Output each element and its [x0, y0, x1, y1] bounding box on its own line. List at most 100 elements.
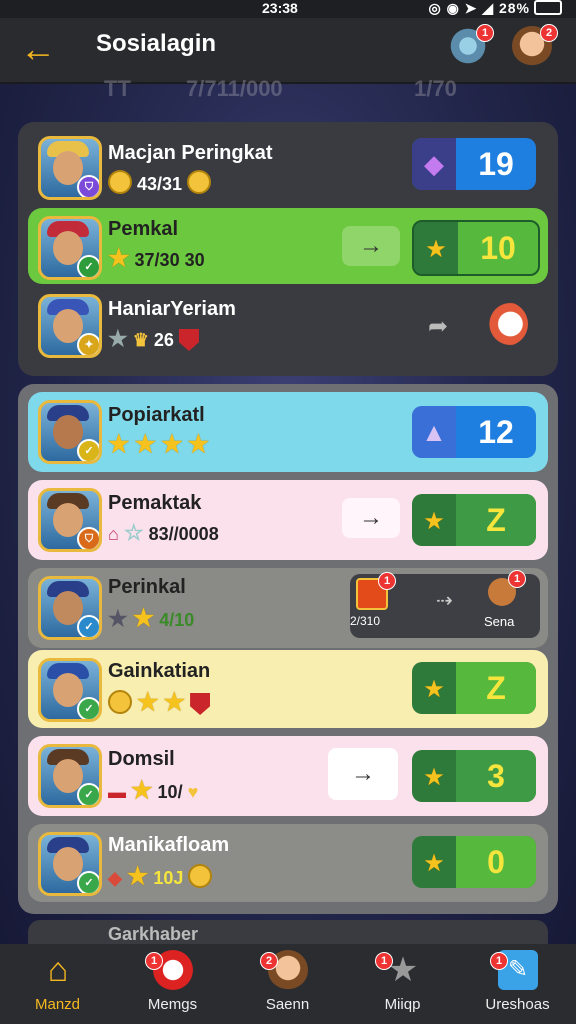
avatar-icon: 2 [260, 950, 308, 990]
player-name: Manikafloam [108, 834, 230, 856]
arrow-left-icon[interactable]: ← [20, 28, 56, 70]
ranking-row[interactable]: ✓ Perinkal ★ ★ 4/10 1 2/310 ⇢ 1 Sena [28, 568, 548, 648]
background-text: TT [104, 76, 131, 101]
nav-label: Memgs [147, 996, 198, 1013]
score-box: ◆ 19 [412, 138, 536, 190]
settings-icon[interactable]: 1 [448, 24, 494, 66]
check-icon: ✓ [77, 697, 99, 719]
home-icon: ⌂ [38, 950, 78, 990]
stat-value: 43/31 [137, 174, 183, 194]
arrow-right-icon[interactable]: → [328, 748, 398, 800]
player-avatar: ✦ [38, 294, 102, 358]
coin-icon [108, 690, 132, 714]
player-name: Pemaktak [108, 492, 202, 514]
player-avatar: ✓ [38, 576, 102, 640]
gem-icon: ◆ [108, 868, 122, 888]
star-icon: ★ [423, 508, 445, 535]
stat-value: 26 [153, 330, 174, 350]
nav-badge: 2 [260, 952, 278, 970]
gear-icon: ✦ [77, 333, 99, 355]
grey-star-icon: ★ [108, 326, 128, 351]
player-name: Gainkatian [108, 660, 211, 682]
heart-icon: ♥ [187, 782, 199, 802]
score-box: ★ 3 [412, 750, 536, 802]
score-value: 0 [456, 836, 536, 888]
chest-icon: ▬ [108, 782, 126, 802]
nav-messages[interactable]: 1 Memgs [115, 944, 230, 1024]
player-avatar: ✓ [38, 400, 102, 464]
ranking-row-partial[interactable]: Garkhaber [28, 920, 548, 944]
stat-value: 4/10 [159, 610, 195, 630]
star-rating: ★ ★ ★ ★ [108, 431, 210, 458]
ranking-row[interactable]: ✓ Manikafloam ◆ ★ 10J ★ 0 [28, 824, 548, 902]
house-icon: ⌂ [108, 524, 119, 544]
player-stats: ★ 37/30 30 [108, 244, 205, 273]
player-name: Domsil [108, 748, 175, 770]
player-avatar: ✓ [38, 216, 102, 280]
friend-avatar[interactable]: 1 [488, 570, 526, 606]
score-value: 10 [458, 222, 538, 274]
nav-search[interactable]: 2 Saenn [230, 944, 345, 1024]
star-icon: ★ [132, 605, 155, 632]
score-value: 12 [478, 414, 514, 450]
notes-icon: ✎ 1 [490, 950, 538, 990]
ranking-row[interactable]: ✓ Gainkatian ★ ★ ★ Z [28, 650, 548, 728]
ranking-row[interactable]: ⛉ Pemaktak ⌂ ☆ 83//0008 → ★ Z [28, 480, 548, 560]
ranking-row[interactable]: ✓ Domsil ▬ ★ 10/ ♥ → ★ 3 [28, 736, 548, 816]
star-icon: ★ [423, 764, 445, 791]
score-box: ▲ 12 [412, 406, 536, 458]
check-icon: ✓ [77, 871, 99, 893]
player-avatar: ✓ [38, 744, 102, 808]
arrow-right-icon[interactable]: → [342, 498, 400, 538]
background-text: 7/711/000 [186, 76, 283, 101]
battery-level: 28% [498, 0, 530, 16]
nav-home[interactable]: ⌂ Manzd [0, 944, 115, 1024]
player-stats: ⌂ ☆ 83//0008 [108, 520, 219, 546]
score-value: 3 [456, 750, 536, 802]
check-icon: ✓ [77, 255, 99, 277]
score-box: ★ 0 [412, 836, 536, 888]
score-box: ★ Z [412, 494, 536, 546]
stat-value: 83//0008 [148, 524, 219, 544]
player-stats: ★ ★ [108, 688, 211, 717]
page-title: Sosialagin [96, 30, 217, 57]
check-icon: ✓ [77, 439, 99, 461]
stat-value: 10J [153, 868, 184, 888]
star-icon: ★ 1 [375, 950, 423, 990]
settings-badge: 1 [476, 24, 494, 42]
friend-label: Sena [484, 614, 515, 629]
nav-updates[interactable]: ✎ 1 Ureshoas [460, 944, 575, 1024]
stat-value: 10/ [157, 782, 183, 802]
grey-star-icon: ★ [108, 606, 128, 631]
score-value: 19 [478, 146, 514, 182]
profile-avatar[interactable]: 2 [512, 24, 558, 66]
star-icon: ★ [108, 245, 130, 272]
share-icon[interactable]: ➦ [428, 312, 448, 341]
nav-label: Saenn [265, 996, 310, 1013]
shield-icon: ⛉ [77, 527, 99, 549]
gift-icon[interactable]: 1 [356, 572, 396, 610]
nav-missions[interactable]: ★ 1 Miiqp [345, 944, 460, 1024]
star-icon: ★ [137, 689, 159, 716]
star-icon: ★ [423, 676, 445, 703]
ranking-row[interactable]: ✦ HaniarYeriam ★ ♛ 26 ➦ [28, 290, 548, 366]
player-stats: ★ ♛ 26 [108, 326, 199, 352]
coin-icon [187, 170, 212, 194]
stat-value: 37/30 30 [134, 250, 205, 270]
ranking-row[interactable]: ✓ Popiarkatl ★ ★ ★ ★ ▲ 12 [28, 392, 548, 472]
star-icon: ★ [126, 863, 149, 890]
arrow-right-icon[interactable]: → [342, 226, 400, 266]
player-stats: 43/31 [108, 170, 212, 195]
star-icon: ★ [414, 222, 458, 274]
grey-star-icon: ☆ [123, 520, 144, 545]
background-text: 1/70 [414, 76, 457, 101]
swap-icon[interactable]: ⇢ [436, 588, 453, 613]
background-row: TT 7/711/000 1/70 [0, 76, 576, 118]
player-stats: ★ ★ 4/10 [108, 604, 194, 633]
app-bar: ← Sosialagin 1 2 [0, 18, 576, 84]
coin-icon [188, 864, 213, 888]
battery-icon [534, 0, 562, 15]
chat-icon[interactable] [484, 302, 528, 346]
ranking-row[interactable]: ✓ Pemkal ★ 37/30 30 → ★ 10 [28, 208, 548, 284]
ranking-row[interactable]: ⛉ Macjan Peringkat 43/31 ◆ 19 [28, 130, 548, 200]
